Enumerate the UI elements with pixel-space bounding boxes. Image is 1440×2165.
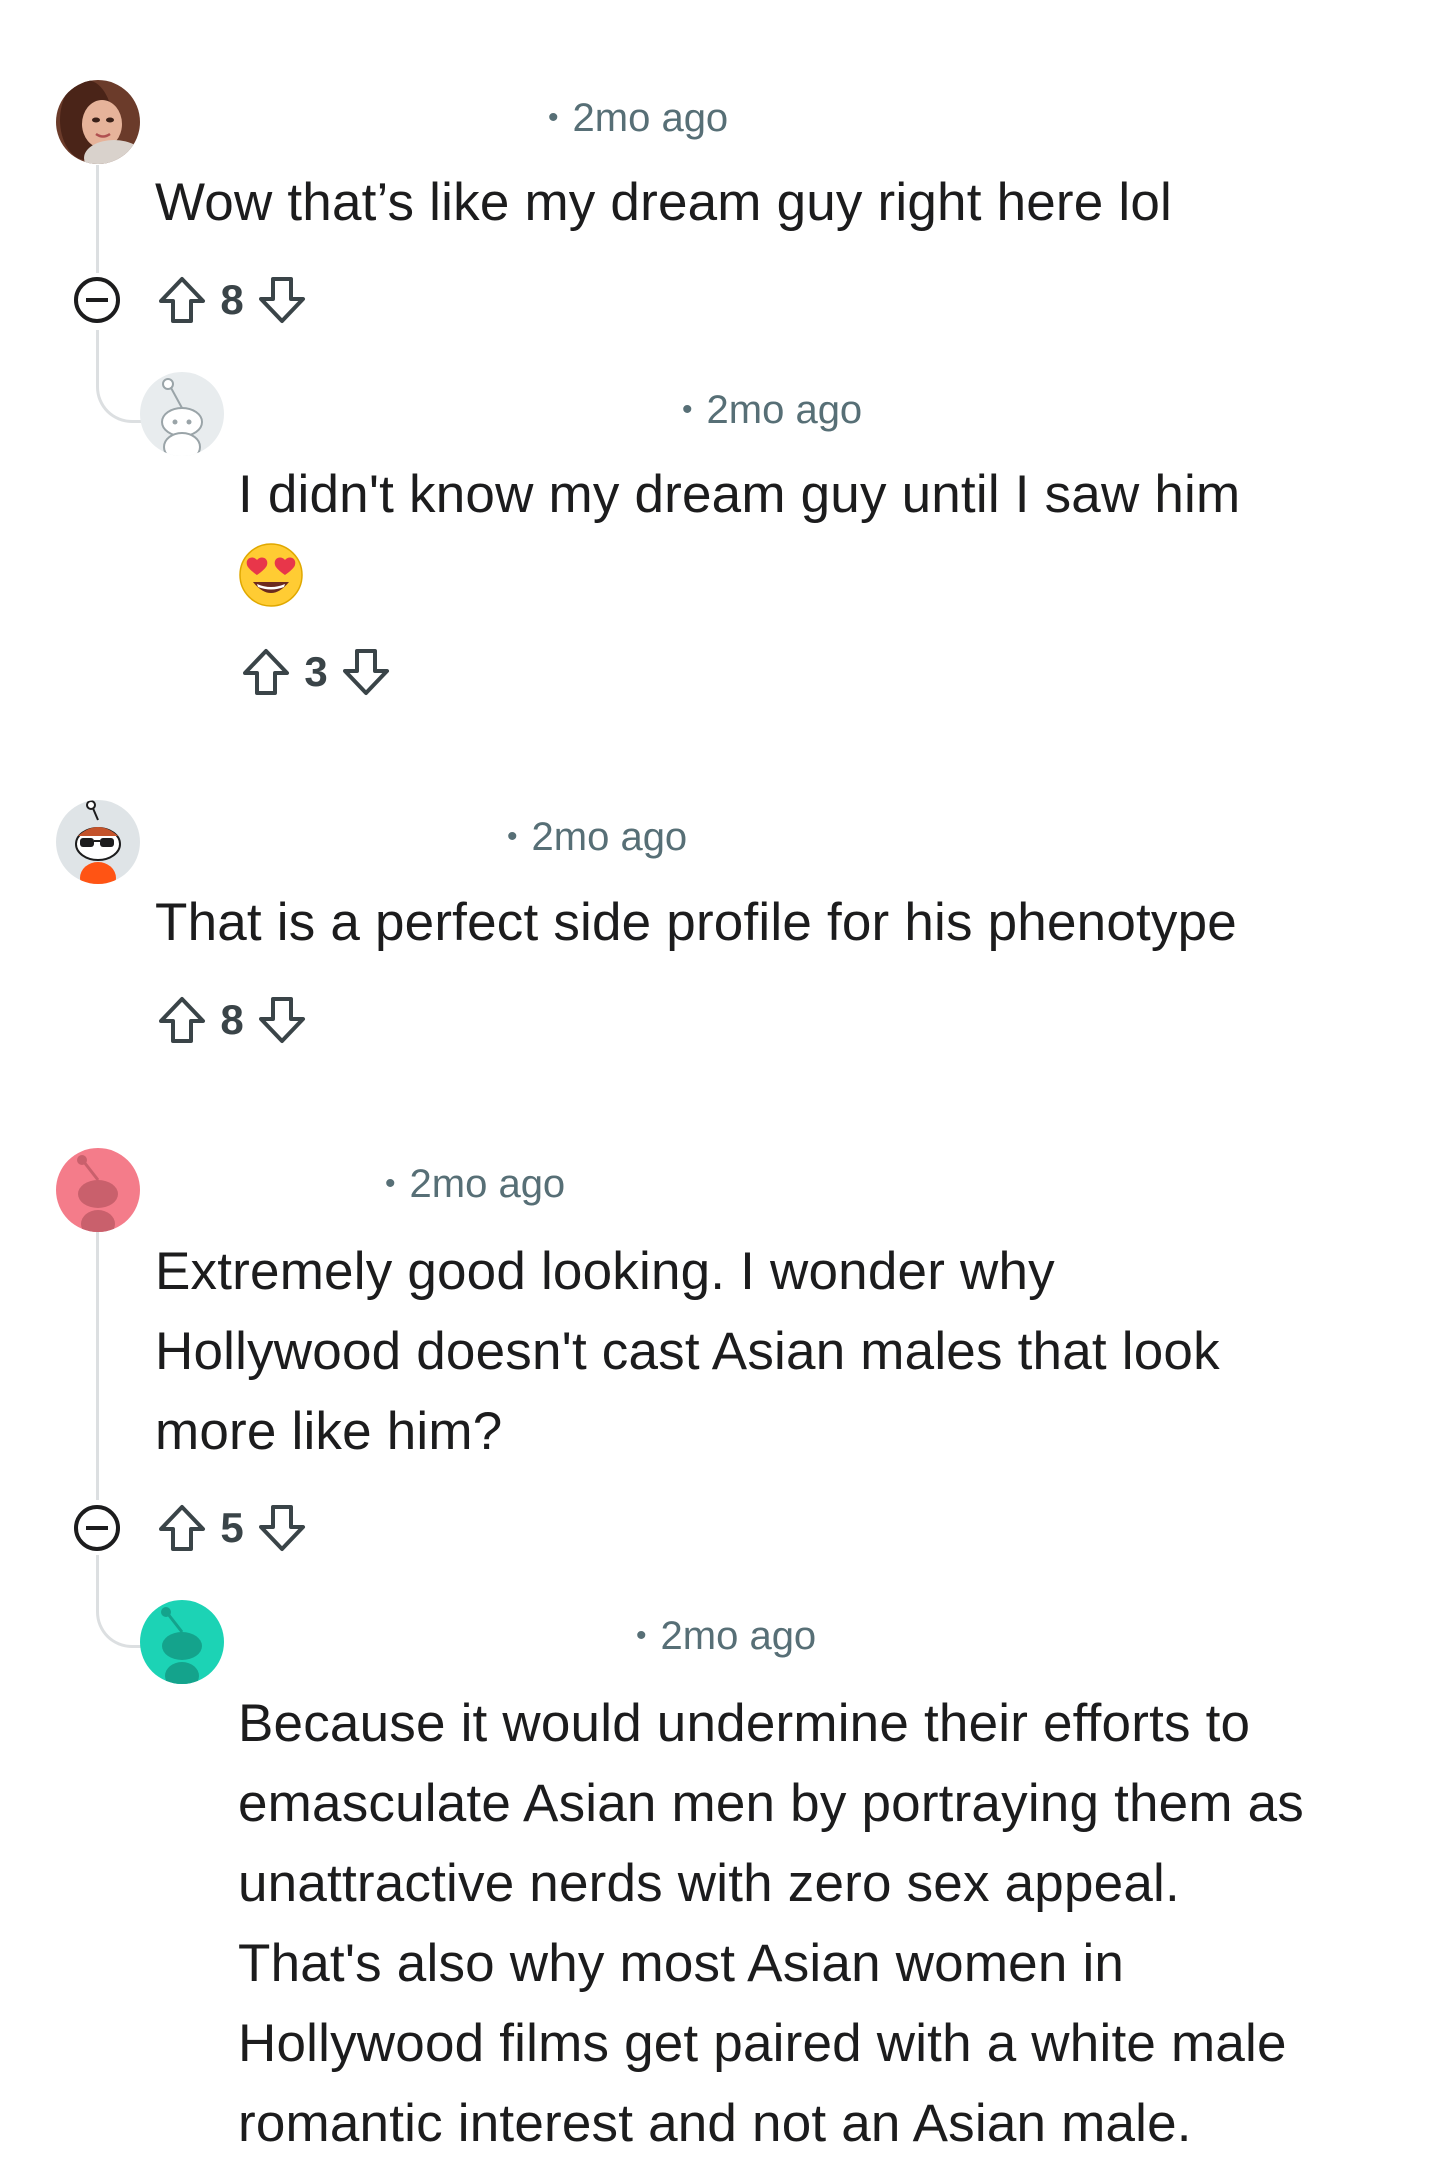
thread-line-1[interactable] — [96, 165, 99, 273]
vote-row: 5 — [154, 1498, 310, 1558]
timestamp[interactable]: 2mo ago — [661, 1614, 817, 1658]
comment-line: more like him? — [155, 1402, 503, 1461]
upvote-arrow-icon — [159, 277, 205, 323]
thread-curve-1 — [96, 330, 143, 423]
thread-curve-4 — [96, 1555, 143, 1648]
upvote-arrow-icon — [159, 1505, 205, 1551]
separator-dot: • — [507, 820, 518, 853]
thread-line-4[interactable] — [96, 1210, 99, 1500]
upvote-button[interactable] — [154, 1500, 210, 1556]
timestamp[interactable]: 2mo ago — [410, 1162, 566, 1206]
user-avatar-snoo-white[interactable] — [140, 372, 224, 456]
downvote-button[interactable] — [254, 272, 310, 328]
upvote-button[interactable] — [238, 644, 294, 700]
comment-body: Because it would undermine their efforts… — [238, 1684, 1304, 2164]
downvote-button[interactable] — [254, 992, 310, 1048]
downvote-arrow-icon — [259, 277, 305, 323]
upvote-arrow-icon — [159, 997, 205, 1043]
separator-dot: • — [385, 1167, 396, 1200]
collapse-minus-icon[interactable] — [72, 275, 122, 325]
upvote-button[interactable] — [154, 992, 210, 1048]
timestamp[interactable]: 2mo ago — [532, 815, 688, 859]
user-avatar-snoo-teal[interactable] — [140, 1600, 224, 1684]
comment-body: Wow that’s like my dream guy right here … — [155, 173, 1172, 232]
comment-line: Hollywood films get paired with a white … — [238, 2014, 1287, 2073]
vote-count: 8 — [220, 276, 244, 323]
comment-line: emasculate Asian men by portraying them … — [238, 1774, 1304, 1833]
vote-count: 8 — [220, 996, 244, 1043]
comment-line: Hollywood doesn't cast Asian males that … — [155, 1322, 1220, 1381]
comment-line: That's also why most Asian women in — [238, 1934, 1125, 1993]
upvote-button[interactable] — [154, 272, 210, 328]
timestamp[interactable]: 2mo ago — [573, 96, 729, 140]
timestamp[interactable]: 2mo ago — [707, 388, 863, 432]
separator-dot: • — [682, 393, 693, 426]
snoo-teal-avatar-icon — [140, 1600, 224, 1684]
comment-line: Because it would undermine their efforts… — [238, 1694, 1251, 1753]
user-avatar-snoo-sunglasses[interactable] — [56, 800, 140, 884]
downvote-arrow-icon — [343, 649, 389, 695]
vote-row: 8 — [154, 990, 310, 1050]
vote-count: 5 — [220, 1504, 244, 1551]
snoo-sunglasses-avatar-icon — [56, 800, 140, 884]
vote-count: 3 — [304, 648, 328, 695]
user-avatar-photo[interactable] — [56, 80, 140, 164]
downvote-button[interactable] — [338, 644, 394, 700]
comment-meta: • 2mo ago — [507, 815, 687, 860]
user-avatar-snoo-pink[interactable] — [56, 1148, 140, 1232]
comment-body: Extremely good looking. I wonder why Hol… — [155, 1232, 1220, 1472]
comment-body: That is a perfect side profile for his p… — [155, 893, 1237, 952]
downvote-arrow-icon — [259, 997, 305, 1043]
comment-line: Extremely good looking. I wonder why — [155, 1242, 1055, 1301]
comment-meta: • 2mo ago — [548, 96, 728, 141]
upvote-arrow-icon — [243, 649, 289, 695]
vote-row: 3 — [238, 642, 394, 702]
comment-meta: • 2mo ago — [682, 388, 862, 433]
snoo-pink-avatar-icon — [56, 1148, 140, 1232]
collapse-minus-icon[interactable] — [72, 1503, 122, 1553]
separator-dot: • — [636, 1619, 647, 1652]
heart-eyes-emoji — [239, 543, 303, 607]
downvote-button[interactable] — [254, 1500, 310, 1556]
snoo-white-avatar-icon — [140, 372, 224, 456]
downvote-arrow-icon — [259, 1505, 305, 1551]
comment-meta: • 2mo ago — [636, 1614, 816, 1659]
vote-row: 8 — [154, 270, 310, 330]
photo-avatar-icon — [56, 80, 140, 164]
comment-meta: • 2mo ago — [385, 1162, 565, 1207]
comment-body: I didn't know my dream guy until I saw h… — [238, 465, 1241, 524]
comment-thread: • 2mo ago Wow that’s like my dream guy ri… — [0, 0, 1440, 2165]
separator-dot: • — [548, 101, 559, 134]
comment-line: unattractive nerds with zero sex appeal. — [238, 1854, 1180, 1913]
comment-line: romantic interest and not an Asian male. — [238, 2094, 1192, 2153]
